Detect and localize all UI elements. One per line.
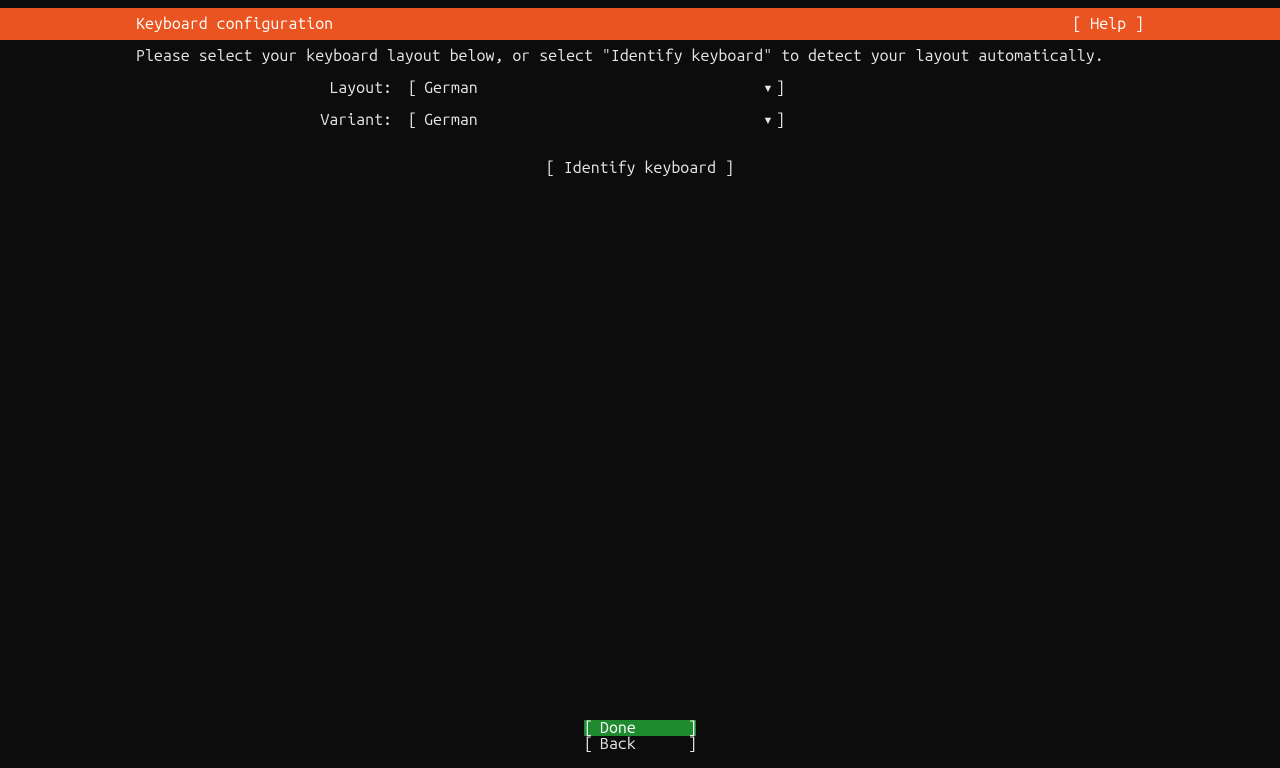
- bracket-open-icon: [: [408, 112, 416, 128]
- bracket-close-icon: ]: [688, 720, 696, 736]
- bracket-close-icon: ]: [688, 736, 696, 752]
- bracket-open-icon: [: [408, 80, 416, 96]
- layout-label: Layout:: [136, 80, 392, 96]
- layout-select[interactable]: [ German ▾ ]: [408, 80, 784, 96]
- variant-select[interactable]: [ German ▾ ]: [408, 112, 784, 128]
- bracket-open-icon: [: [584, 736, 592, 752]
- variant-value: German: [416, 112, 478, 128]
- bracket-open-icon: [: [584, 720, 592, 736]
- back-button[interactable]: [ Back ]: [584, 736, 696, 752]
- chevron-down-icon: ▾: [760, 80, 776, 96]
- back-label: Back: [592, 736, 636, 752]
- bracket-close-icon: ]: [776, 80, 784, 96]
- chevron-down-icon: ▾: [760, 112, 776, 128]
- done-button[interactable]: [ Done ]: [584, 720, 696, 736]
- bracket-close-icon: ]: [776, 112, 784, 128]
- done-label: Done: [592, 720, 636, 736]
- help-button[interactable]: [ Help ]: [1072, 16, 1144, 32]
- identify-keyboard-button[interactable]: [ Identify keyboard ]: [546, 160, 734, 176]
- variant-label: Variant:: [136, 112, 392, 128]
- page-title: Keyboard configuration: [136, 16, 333, 32]
- layout-value: German: [416, 80, 478, 96]
- instruction-text: Please select your keyboard layout below…: [136, 48, 1144, 64]
